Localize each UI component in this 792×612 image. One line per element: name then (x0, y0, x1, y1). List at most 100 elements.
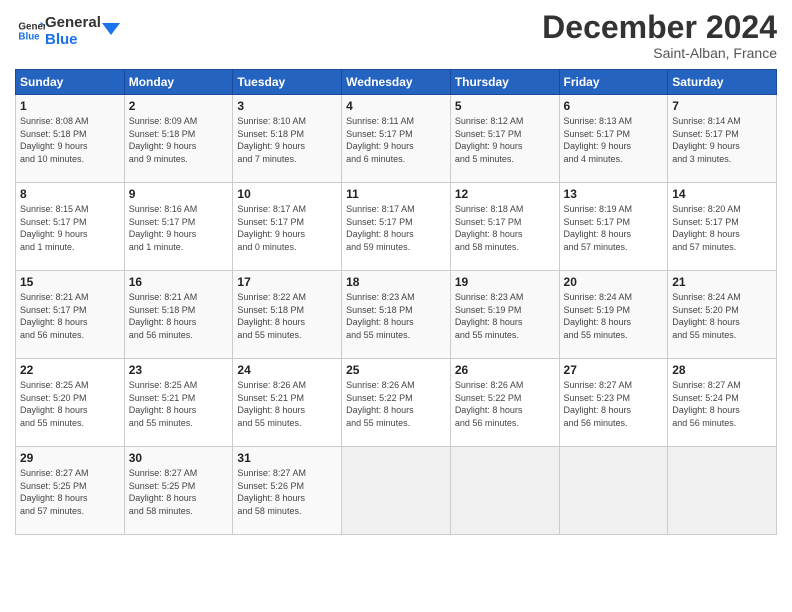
day-number: 14 (672, 187, 772, 201)
day-number: 6 (564, 99, 664, 113)
day-info: Sunrise: 8:20 AM Sunset: 5:17 PM Dayligh… (672, 203, 772, 253)
table-row: 29Sunrise: 8:27 AM Sunset: 5:25 PM Dayli… (16, 447, 125, 535)
day-info: Sunrise: 8:27 AM Sunset: 5:25 PM Dayligh… (20, 467, 120, 517)
month-title: December 2024 (542, 10, 777, 45)
day-info: Sunrise: 8:26 AM Sunset: 5:22 PM Dayligh… (455, 379, 555, 429)
table-row: 3 Sunrise: 8:10 AM Sunset: 5:18 PM Daylig… (233, 95, 342, 183)
logo-arrow-icon (102, 17, 120, 35)
day-number: 31 (237, 451, 337, 465)
day-info: Sunrise: 8:11 AM Sunset: 5:17 PM Dayligh… (346, 115, 446, 165)
day-number: 23 (129, 363, 229, 377)
day-number: 16 (129, 275, 229, 289)
table-row: 7Sunrise: 8:14 AM Sunset: 5:17 PM Daylig… (668, 95, 777, 183)
table-row: 5 Sunrise: 8:12 AM Sunset: 5:17 PM Daylig… (450, 95, 559, 183)
table-row: 26Sunrise: 8:26 AM Sunset: 5:22 PM Dayli… (450, 359, 559, 447)
table-row: 19Sunrise: 8:23 AM Sunset: 5:19 PM Dayli… (450, 271, 559, 359)
table-row (342, 447, 451, 535)
day-info: Sunrise: 8:17 AM Sunset: 5:17 PM Dayligh… (237, 203, 337, 253)
day-info: Sunrise: 8:09 AM Sunset: 5:18 PM Dayligh… (129, 115, 229, 165)
day-info: Sunrise: 8:25 AM Sunset: 5:20 PM Dayligh… (20, 379, 120, 429)
table-row (668, 447, 777, 535)
col-sunday: Sunday (16, 70, 125, 95)
day-number: 8 (20, 187, 120, 201)
day-info: Sunrise: 8:27 AM Sunset: 5:24 PM Dayligh… (672, 379, 772, 429)
col-saturday: Saturday (668, 70, 777, 95)
day-info: Sunrise: 8:23 AM Sunset: 5:19 PM Dayligh… (455, 291, 555, 341)
table-row: 23Sunrise: 8:25 AM Sunset: 5:21 PM Dayli… (124, 359, 233, 447)
day-info: Sunrise: 8:23 AM Sunset: 5:18 PM Dayligh… (346, 291, 446, 341)
day-number: 13 (564, 187, 664, 201)
day-info: Sunrise: 8:24 AM Sunset: 5:19 PM Dayligh… (564, 291, 664, 341)
day-info: Sunrise: 8:12 AM Sunset: 5:17 PM Dayligh… (455, 115, 555, 165)
calendar-week-1: 1Sunrise: 8:08 AM Sunset: 5:18 PM Daylig… (16, 95, 777, 183)
table-row: 6 Sunrise: 8:13 AM Sunset: 5:17 PM Daylig… (559, 95, 668, 183)
day-info: Sunrise: 8:16 AM Sunset: 5:17 PM Dayligh… (129, 203, 229, 253)
page: General Blue General Blue December 2024 … (0, 0, 792, 612)
day-number: 30 (129, 451, 229, 465)
day-number: 21 (672, 275, 772, 289)
table-row: 25 Sunrise: 8:26 AM Sunset: 5:22 PM Dayli… (342, 359, 451, 447)
day-number: 9 (129, 187, 229, 201)
table-row: 8 Sunrise: 8:15 AM Sunset: 5:17 PM Daylig… (16, 183, 125, 271)
day-number: 15 (20, 275, 120, 289)
col-thursday: Thursday (450, 70, 559, 95)
day-info: Sunrise: 8:19 AM Sunset: 5:17 PM Dayligh… (564, 203, 664, 253)
col-wednesday: Wednesday (342, 70, 451, 95)
table-row: 9 Sunrise: 8:16 AM Sunset: 5:17 PM Daylig… (124, 183, 233, 271)
calendar-week-2: 8 Sunrise: 8:15 AM Sunset: 5:17 PM Daylig… (16, 183, 777, 271)
table-row: 20 Sunrise: 8:24 AM Sunset: 5:19 PM Dayli… (559, 271, 668, 359)
day-info: Sunrise: 8:26 AM Sunset: 5:21 PM Dayligh… (237, 379, 337, 429)
table-row: 12Sunrise: 8:18 AM Sunset: 5:17 PM Dayli… (450, 183, 559, 271)
calendar-week-3: 15 Sunrise: 8:21 AM Sunset: 5:17 PM Dayli… (16, 271, 777, 359)
table-row: 13 Sunrise: 8:19 AM Sunset: 5:17 PM Dayli… (559, 183, 668, 271)
table-row (559, 447, 668, 535)
header: General Blue General Blue December 2024 … (15, 10, 777, 61)
day-number: 3 (237, 99, 337, 113)
day-info: Sunrise: 8:13 AM Sunset: 5:17 PM Dayligh… (564, 115, 664, 165)
calendar-header-row: Sunday Monday Tuesday Wednesday Thursday… (16, 70, 777, 95)
day-number: 5 (455, 99, 555, 113)
logo-icon: General Blue (17, 17, 45, 45)
title-block: December 2024 Saint-Alban, France (542, 10, 777, 61)
calendar-table: Sunday Monday Tuesday Wednesday Thursday… (15, 69, 777, 535)
table-row: 21 Sunrise: 8:24 AM Sunset: 5:20 PM Dayli… (668, 271, 777, 359)
day-info: Sunrise: 8:27 AM Sunset: 5:25 PM Dayligh… (129, 467, 229, 517)
table-row: 1Sunrise: 8:08 AM Sunset: 5:18 PM Daylig… (16, 95, 125, 183)
table-row: 27 Sunrise: 8:27 AM Sunset: 5:23 PM Dayli… (559, 359, 668, 447)
table-row: 15 Sunrise: 8:21 AM Sunset: 5:17 PM Dayli… (16, 271, 125, 359)
day-number: 24 (237, 363, 337, 377)
table-row: 24 Sunrise: 8:26 AM Sunset: 5:21 PM Dayli… (233, 359, 342, 447)
logo-line1: General (45, 14, 101, 31)
table-row: 31 Sunrise: 8:27 AM Sunset: 5:26 PM Dayli… (233, 447, 342, 535)
day-info: Sunrise: 8:10 AM Sunset: 5:18 PM Dayligh… (237, 115, 337, 165)
day-info: Sunrise: 8:22 AM Sunset: 5:18 PM Dayligh… (237, 291, 337, 341)
day-info: Sunrise: 8:24 AM Sunset: 5:20 PM Dayligh… (672, 291, 772, 341)
day-number: 27 (564, 363, 664, 377)
table-row: 11Sunrise: 8:17 AM Sunset: 5:17 PM Dayli… (342, 183, 451, 271)
table-row: 16Sunrise: 8:21 AM Sunset: 5:18 PM Dayli… (124, 271, 233, 359)
day-number: 28 (672, 363, 772, 377)
day-info: Sunrise: 8:26 AM Sunset: 5:22 PM Dayligh… (346, 379, 446, 429)
day-info: Sunrise: 8:14 AM Sunset: 5:17 PM Dayligh… (672, 115, 772, 165)
day-info: Sunrise: 8:27 AM Sunset: 5:23 PM Dayligh… (564, 379, 664, 429)
table-row: 18 Sunrise: 8:23 AM Sunset: 5:18 PM Dayli… (342, 271, 451, 359)
day-number: 11 (346, 187, 446, 201)
day-info: Sunrise: 8:15 AM Sunset: 5:17 PM Dayligh… (20, 203, 120, 253)
day-number: 18 (346, 275, 446, 289)
table-row: 2Sunrise: 8:09 AM Sunset: 5:18 PM Daylig… (124, 95, 233, 183)
day-number: 4 (346, 99, 446, 113)
table-row (450, 447, 559, 535)
calendar-week-4: 22 Sunrise: 8:25 AM Sunset: 5:20 PM Dayli… (16, 359, 777, 447)
col-tuesday: Tuesday (233, 70, 342, 95)
day-number: 25 (346, 363, 446, 377)
logo: General Blue General Blue (15, 14, 120, 49)
svg-text:Blue: Blue (18, 32, 40, 43)
day-info: Sunrise: 8:21 AM Sunset: 5:17 PM Dayligh… (20, 291, 120, 341)
day-number: 10 (237, 187, 337, 201)
day-info: Sunrise: 8:27 AM Sunset: 5:26 PM Dayligh… (237, 467, 337, 517)
day-number: 20 (564, 275, 664, 289)
day-info: Sunrise: 8:18 AM Sunset: 5:17 PM Dayligh… (455, 203, 555, 253)
day-number: 22 (20, 363, 120, 377)
logo-line2: Blue (45, 31, 101, 48)
day-info: Sunrise: 8:08 AM Sunset: 5:18 PM Dayligh… (20, 115, 120, 165)
